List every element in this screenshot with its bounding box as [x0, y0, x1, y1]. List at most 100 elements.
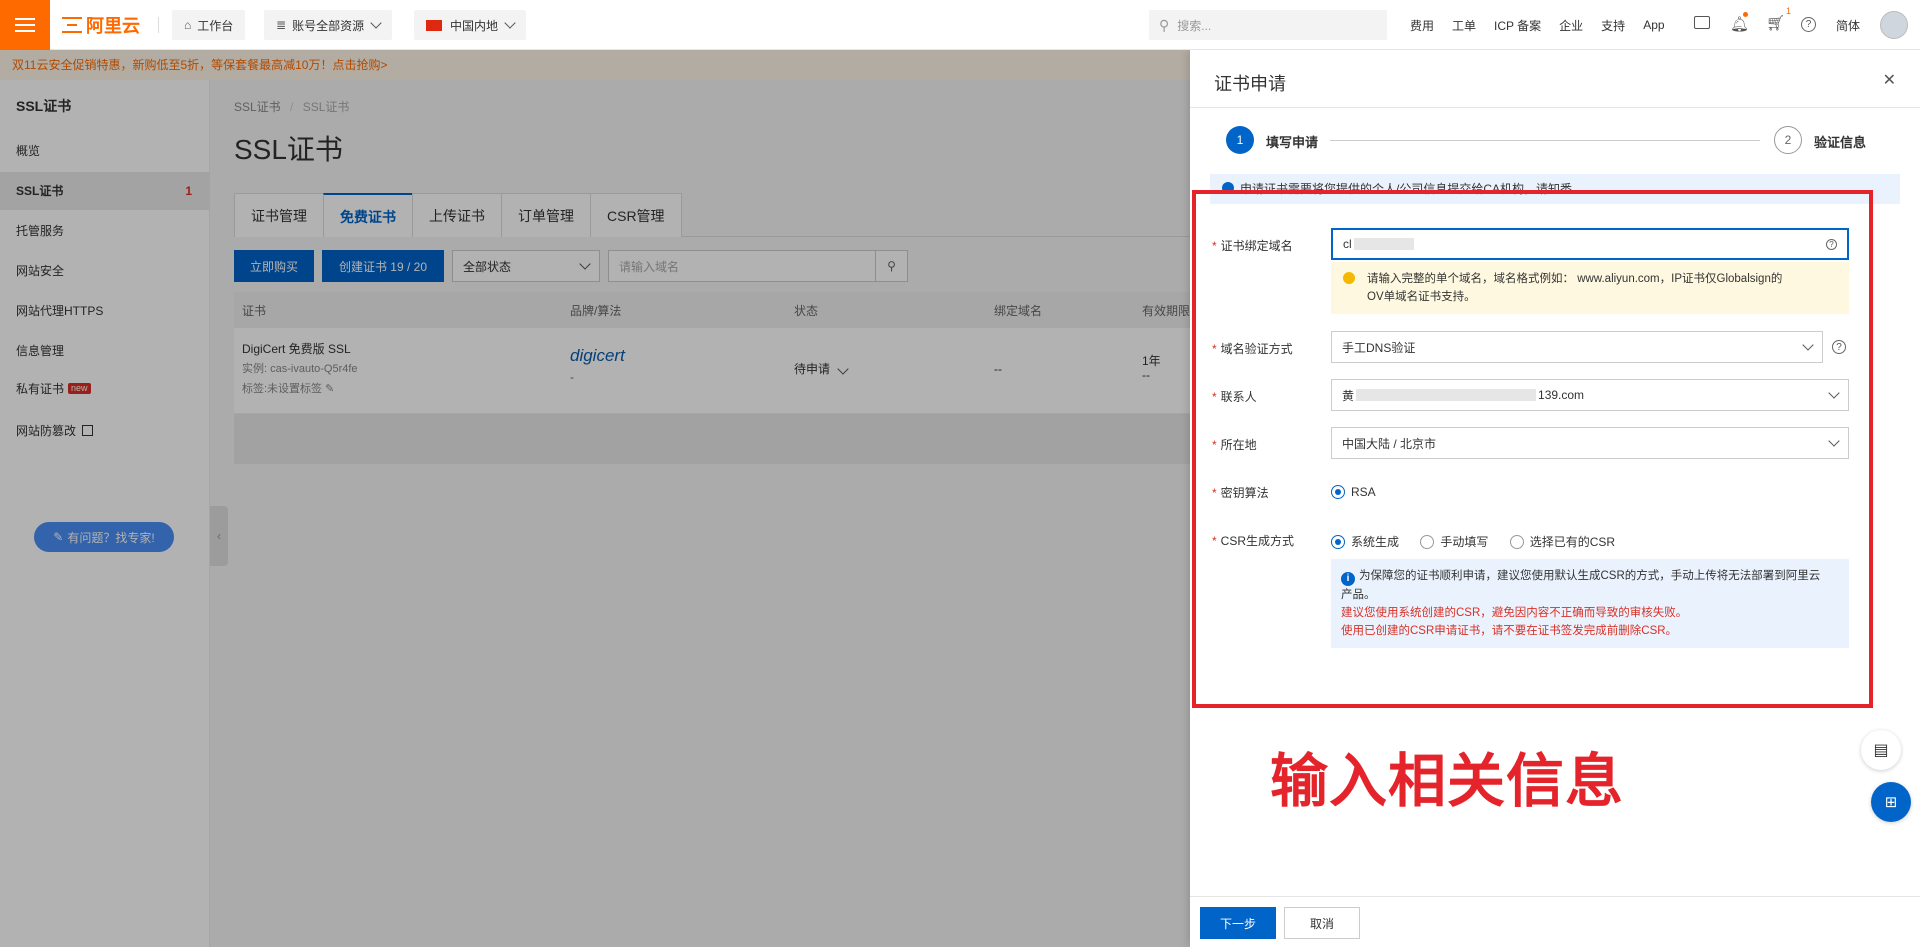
aliyun-logo[interactable]: 阿里云	[62, 14, 140, 37]
notification-dot	[1743, 12, 1748, 17]
tab-orders[interactable]: 订单管理	[501, 193, 591, 237]
chevron-down-icon	[1802, 339, 1814, 351]
radio-rsa[interactable]: RSA	[1331, 485, 1376, 499]
sidebar-item-hosting[interactable]: 托管服务	[0, 212, 210, 250]
nav-billing[interactable]: 费用	[1410, 17, 1434, 34]
breadcrumb: SSL证书 / SSL证书	[234, 98, 349, 115]
sidebar-count-badge: 1	[185, 184, 192, 198]
step-2-label: 验证信息	[1814, 135, 1867, 150]
language-switch[interactable]: 简体	[1836, 17, 1860, 34]
notice-alert: 申请证书需要将您提供的个人/公司信息提交给CA机构，请知悉。	[1210, 174, 1900, 204]
cert-apply-drawer: 证书申请 ✕ 1 填写申请 2 验证信息 申请证书需要将您提供的个人/公司信息提…	[1190, 50, 1920, 947]
top-navigation-bar: 阿里云 ⌂ 工作台 ≣ 账号全部资源 中国内地 ⚲ 搜索... 费用 工单 ICP 备…	[0, 0, 1920, 50]
radio-csr-existing[interactable]: 选择已有的CSR	[1509, 533, 1615, 550]
feedback-chat-icon[interactable]: ▤	[1861, 730, 1901, 770]
csr-warning-text: 建议您使用系统创建的CSR，避免因内容不正确而导致的审核失败。	[1341, 607, 1688, 619]
ask-expert-button[interactable]: ✎ 有问题？找专家!	[34, 522, 174, 552]
cert-instance-id: 实例: cas-ivauto-Q5r4fe	[242, 363, 358, 375]
workbench-button[interactable]: ⌂ 工作台	[172, 10, 246, 40]
region-selector[interactable]: 中国内地	[414, 10, 527, 40]
csr-info-text: 为保障您的证书顺利申请，建议您使用默认生成CSR的方式，手动上传将无法部署到阿里…	[1359, 570, 1821, 582]
radio-circle	[1420, 534, 1435, 549]
cert-status[interactable]: 待申请	[794, 360, 850, 377]
external-link-icon	[82, 425, 94, 436]
chevron-down-icon	[370, 17, 382, 29]
breadcrumb-separator: /	[290, 100, 294, 114]
collapse-sidebar-handle[interactable]: ‹	[210, 506, 228, 566]
close-icon[interactable]: ✕	[1883, 70, 1896, 90]
column-header: 品牌/算法	[570, 303, 622, 318]
cert-tags-label: 标签:未设置标签	[242, 383, 323, 395]
top-nav-links: 费用 工单 ICP 备案 企业 支持 App	[1410, 0, 1683, 50]
radio-circle	[1331, 534, 1345, 549]
search-icon[interactable]: ⚲	[876, 250, 908, 282]
status-filter-select[interactable]: 全部状态	[452, 250, 600, 282]
radio-csr-manual[interactable]: 手动填写	[1420, 533, 1488, 550]
help-icon[interactable]: ?	[1826, 238, 1837, 250]
resource-selector[interactable]: ≣ 账号全部资源	[264, 10, 393, 40]
buy-now-button[interactable]: 立即购买	[234, 250, 314, 282]
radio-csr-system[interactable]: 系统生成	[1331, 533, 1399, 550]
sidebar-item-tamper[interactable]: 网站防篡改	[0, 412, 210, 450]
create-cert-button[interactable]: 创建证书 19 / 20	[322, 250, 444, 282]
help-icon[interactable]: ?	[1832, 340, 1846, 354]
workbench-label: 工作台	[197, 18, 234, 33]
hamburger-menu-icon[interactable]	[0, 0, 50, 50]
next-step-button[interactable]: 下一步	[1200, 907, 1276, 939]
table-empty-row	[234, 414, 1190, 464]
apps-grid-icon[interactable]: ⊞	[1871, 782, 1911, 822]
cancel-button[interactable]: 取消	[1284, 907, 1360, 939]
nav-enterprise[interactable]: 企业	[1559, 17, 1583, 34]
sidebar-item-private-cert[interactable]: 私有证书 new	[0, 370, 210, 408]
nav-app[interactable]: App	[1643, 18, 1664, 32]
contact-label: * 联系人	[1212, 390, 1257, 404]
warning-icon	[1343, 272, 1355, 284]
tab-csr[interactable]: CSR管理	[590, 193, 682, 237]
breadcrumb-item[interactable]: SSL证书	[234, 100, 281, 114]
edit-icon[interactable]: ✎	[325, 383, 334, 395]
domain-search-input[interactable]: 请输入域名	[608, 250, 876, 282]
location-label-text: 所在地	[1220, 438, 1257, 452]
sidebar-item-site-security[interactable]: 网站安全	[0, 252, 210, 290]
sidebar-item-overview[interactable]: 概览	[0, 132, 210, 170]
nav-support[interactable]: 支持	[1601, 17, 1625, 34]
help-icon[interactable]: ?	[1801, 17, 1816, 32]
nav-icp[interactable]: ICP 备案	[1494, 17, 1541, 34]
search-placeholder: 搜索...	[1177, 18, 1212, 33]
cart-icon[interactable]: 🛒︎	[1766, 14, 1785, 32]
cert-name[interactable]: DigiCert 免费版 SSL	[242, 340, 351, 357]
verify-method-select[interactable]: 手工DNS验证	[1331, 331, 1823, 363]
csr-info-text: 产品。	[1341, 589, 1376, 601]
promo-banner[interactable]: 双11云安全促销特惠，新购低至5折，等保套餐最高减10万！点击抢购>	[0, 50, 1190, 80]
location-select[interactable]: 中国大陆 / 北京市	[1331, 427, 1849, 459]
tab-free-cert[interactable]: 免费证书	[323, 193, 413, 237]
cert-tags[interactable]: 标签:未设置标签 ✎	[242, 380, 334, 396]
global-search-input[interactable]: ⚲ 搜索...	[1149, 10, 1387, 40]
tab-upload-cert[interactable]: 上传证书	[412, 193, 502, 237]
info-icon: i	[1341, 572, 1355, 586]
region-label: 中国内地	[450, 18, 499, 33]
user-avatar[interactable]	[1880, 11, 1908, 39]
home-icon: ⌂	[184, 18, 192, 32]
china-flag-icon	[426, 19, 442, 31]
sidebar-item-proxy-https[interactable]: 网站代理HTTPS	[0, 292, 210, 330]
verify-method-value: 手工DNS验证	[1342, 340, 1416, 355]
table-row[interactable]: DigiCert 免费版 SSL 实例: cas-ivauto-Q5r4fe 标…	[234, 328, 1190, 414]
tab-cert-management[interactable]: 证书管理	[234, 193, 324, 237]
cert-validity-sub: --	[1142, 368, 1150, 382]
location-label: * 所在地	[1212, 438, 1257, 452]
sidebar-item-label: 托管服务	[16, 224, 65, 238]
sidebar-item-ssl[interactable]: SSL证书 1	[0, 172, 210, 210]
divider	[158, 17, 159, 33]
sidebar-item-info[interactable]: 信息管理	[0, 332, 210, 370]
notice-text: 申请证书需要将您提供的个人/公司信息提交给CA机构，请知悉。	[1240, 182, 1585, 196]
terminal-icon[interactable]	[1694, 16, 1710, 29]
nav-tickets[interactable]: 工单	[1452, 17, 1476, 34]
contact-select[interactable]: 黄 139.com	[1331, 379, 1849, 411]
sidebar-item-label: 网站防篡改	[16, 424, 77, 438]
domain-input[interactable]: cl?	[1331, 228, 1849, 260]
search-icon: ⚲	[1159, 16, 1170, 33]
list-icon: ≣	[276, 18, 287, 32]
bell-icon[interactable]: 🔔︎	[1730, 15, 1749, 33]
chevron-down-icon	[504, 17, 516, 29]
